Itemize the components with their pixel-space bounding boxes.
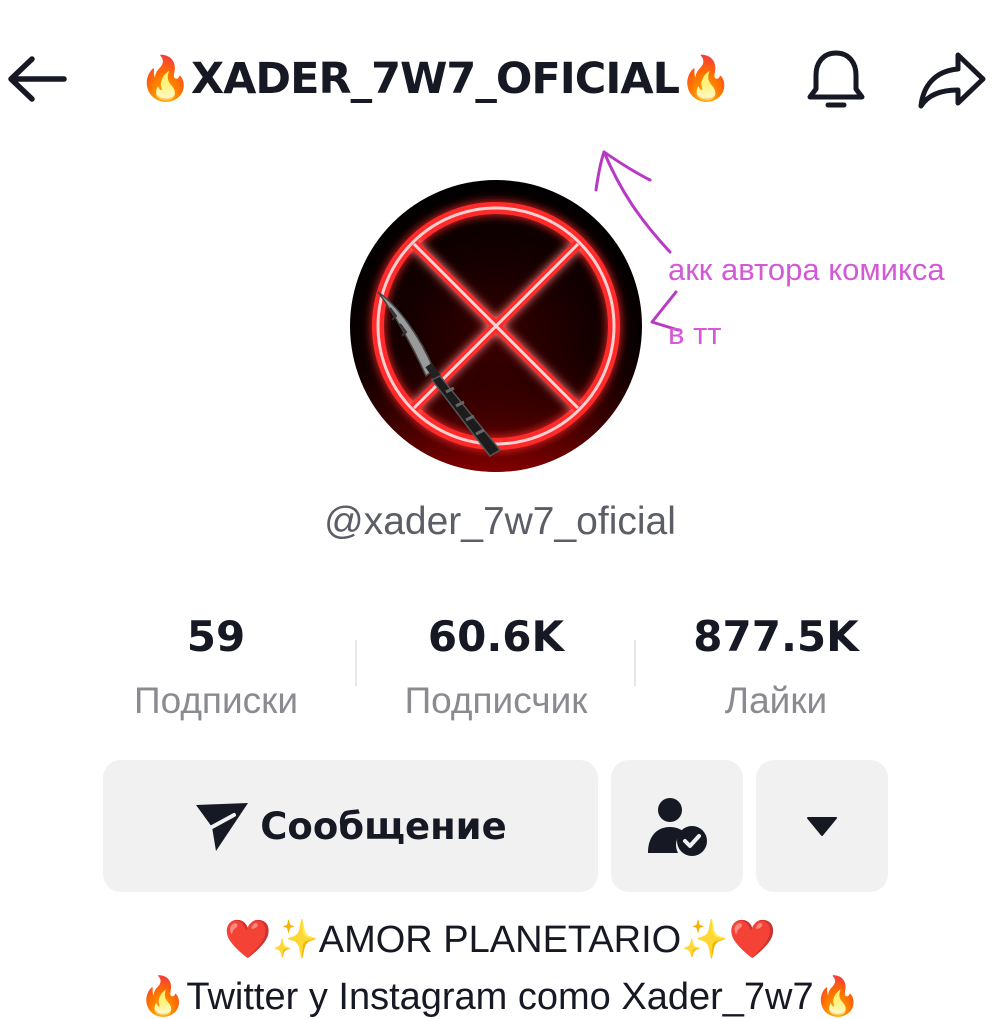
share-arrow-icon <box>918 52 986 109</box>
notification-bell-button[interactable] <box>800 44 872 116</box>
avatar[interactable] <box>350 180 642 472</box>
stat-following[interactable]: 59 Подписки <box>76 608 356 722</box>
message-button-label: Сообщение <box>260 804 507 848</box>
message-button[interactable]: Сообщение <box>103 760 598 892</box>
back-button[interactable] <box>4 46 70 112</box>
stat-following-label: Подписки <box>133 680 298 721</box>
stat-following-value: 59 <box>186 612 246 661</box>
stat-followers[interactable]: 60.6K Подписчик <box>356 608 636 722</box>
bio-line-1: ❤️✨AMOR PLANETARIO✨❤️ <box>224 919 776 961</box>
send-paper-plane-icon <box>196 803 249 851</box>
stat-followers-value: 60.6K <box>427 612 565 661</box>
more-options-button[interactable] <box>756 760 888 892</box>
avatar-logo-image <box>350 180 642 472</box>
annotation-text-line1: акк автора комикса <box>668 252 945 287</box>
friends-status-button[interactable] <box>611 760 743 892</box>
stat-likes-value: 877.5K <box>693 612 859 661</box>
stat-likes-label: Лайки <box>724 680 828 721</box>
bio-line-2: 🔥Twitter y Instagram como Xader_7w7🔥 <box>139 976 861 1018</box>
caret-down-icon <box>807 817 837 836</box>
username: @xader_7w7_oficial <box>324 500 676 543</box>
share-button[interactable] <box>912 44 992 116</box>
annotation-text-line2: в тт <box>668 316 722 351</box>
bell-icon <box>807 50 865 108</box>
page-title: 🔥XADER_7W7_OFICIAL🔥 <box>138 54 732 104</box>
stat-followers-label: Подписчик <box>404 680 588 721</box>
arrow-left-icon <box>8 56 67 102</box>
user-check-icon <box>648 798 707 856</box>
stat-likes[interactable]: 877.5K Лайки <box>636 608 916 722</box>
